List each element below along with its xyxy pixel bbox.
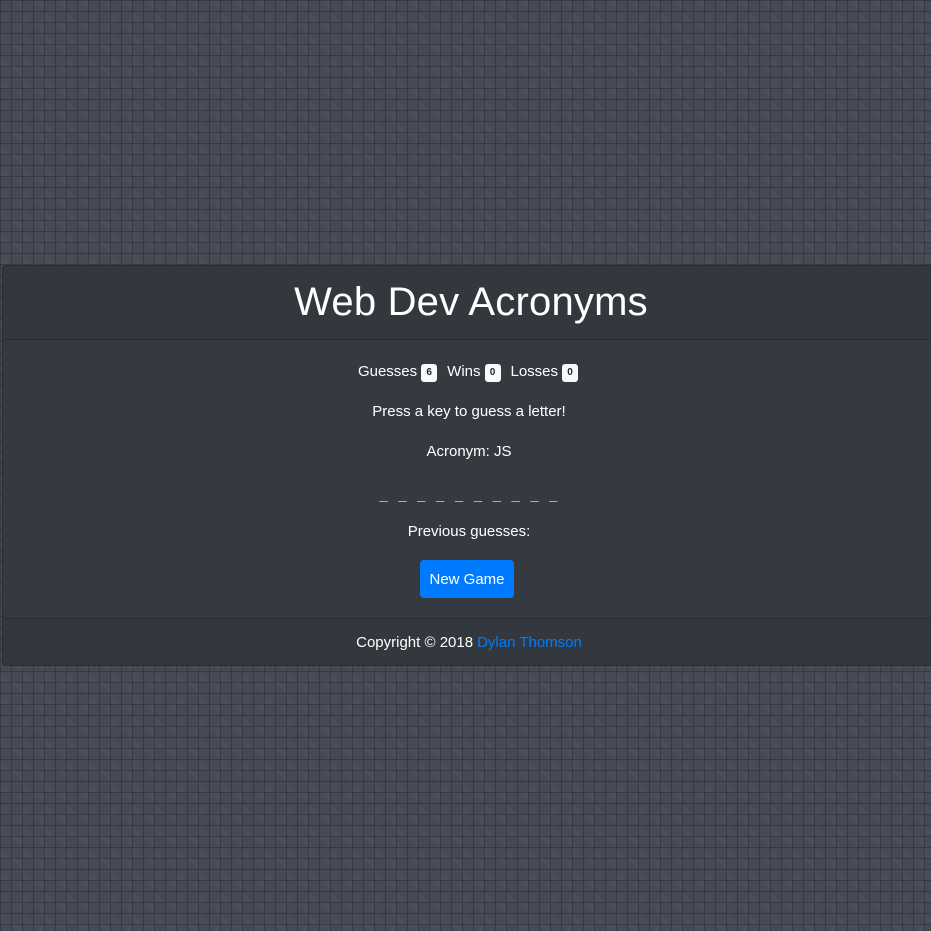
guesses-label: Guesses [357,363,418,380]
copyright-text: Copyright © 2018 [356,634,474,651]
game-card: Web Dev Acronyms Guesses 6 Wins 0 Losses 0 Pr… [2,265,931,666]
instruction-text: Press a key to guess a letter! [372,403,566,420]
author-link[interactable]: Dylan Thomson [477,634,582,651]
guesses-badge: 6 [421,364,438,382]
card-footer: Copyright © 2018 Dylan Thomson [3,619,931,666]
stats-row: Guesses 6 Wins 0 Losses 0 [1,362,931,382]
wins-badge: 0 [484,364,501,382]
losses-label: Losses [510,363,559,380]
acronym-text: Acronym: JS [426,443,512,460]
page-title: Web Dev Acronyms [294,280,648,324]
card-header: Web Dev Acronyms [3,266,931,340]
wins-label: Wins [447,363,481,380]
losses-badge: 0 [562,364,579,382]
previous-guesses-label: Previous guesses: [407,523,531,540]
card-body: Guesses 6 Wins 0 Losses 0 Press a key to gues… [3,340,931,619]
word-blanks: _ _ _ _ _ _ _ _ _ _ [379,486,559,502]
new-game-button[interactable]: New Game [420,560,514,598]
